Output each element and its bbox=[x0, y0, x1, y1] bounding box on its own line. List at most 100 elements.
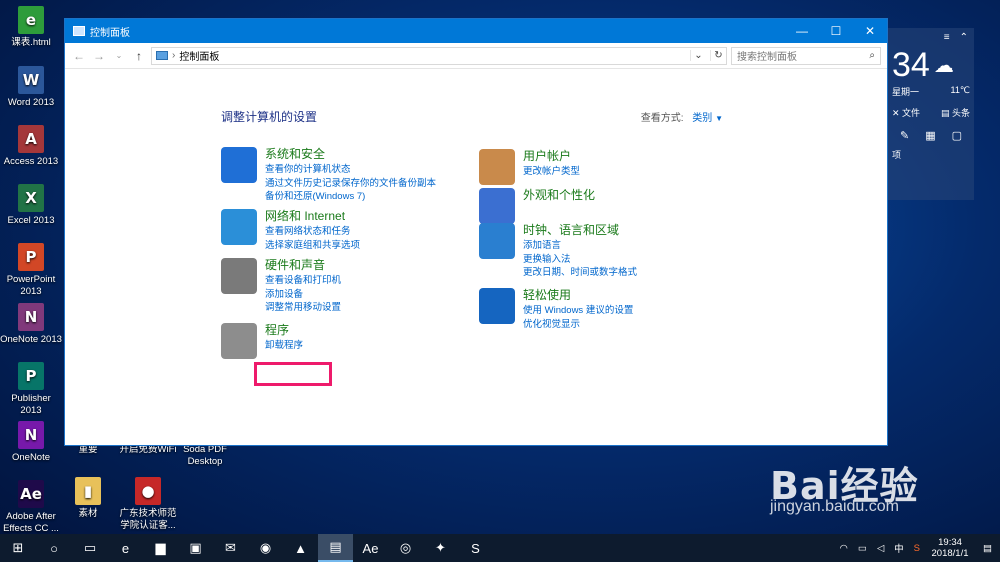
desktop-icon[interactable]: P PowerPoint 2013 bbox=[0, 243, 62, 298]
view-by-dropdown[interactable]: 类别 ▼ bbox=[692, 113, 723, 124]
category-link[interactable]: 查看设备和打印机 bbox=[265, 274, 341, 288]
desktop-icon[interactable]: P Publisher 2013 bbox=[0, 362, 62, 417]
menu-icon[interactable]: ≡ bbox=[944, 32, 950, 43]
shield-icon[interactable] bbox=[221, 147, 257, 183]
category-link[interactable]: 查看网络状态和任务 bbox=[265, 225, 360, 239]
category-title[interactable]: 网络和 Internet bbox=[265, 209, 360, 223]
browser-360-icon[interactable]: ◉ bbox=[248, 534, 283, 562]
users-icon[interactable] bbox=[479, 149, 515, 185]
refresh-icon[interactable]: ↻ bbox=[710, 50, 726, 61]
excel-icon: X bbox=[18, 184, 44, 212]
appearance-icon[interactable] bbox=[479, 188, 515, 224]
desktop-icon[interactable]: ● 广东技术师范学院认证客... bbox=[117, 477, 179, 532]
category-title[interactable]: 时钟、语言和区域 bbox=[523, 223, 637, 237]
windows-start-icon[interactable]: ⊞ bbox=[0, 534, 36, 562]
category-title[interactable]: 外观和个性化 bbox=[523, 188, 595, 202]
maximize-button[interactable]: ☐ bbox=[819, 19, 853, 43]
desktop-icon-label: 广东技术师范学院认证客... bbox=[119, 508, 177, 531]
mail-icon[interactable]: ✉ bbox=[213, 534, 248, 562]
file-explorer-icon[interactable]: ▆ bbox=[143, 534, 178, 562]
wifi-icon[interactable]: ◠ bbox=[835, 543, 853, 554]
category-link[interactable]: 备份和还原(Windows 7) bbox=[265, 190, 436, 204]
up-button[interactable]: ↑ bbox=[131, 49, 147, 63]
forward-button[interactable]: → bbox=[91, 49, 107, 63]
category-title[interactable]: 程序 bbox=[265, 323, 303, 337]
address-bar: ← → ⌄ ↑ › 控制面板 ⌄ ↻ 搜索控制面板 ⌕ bbox=[65, 43, 887, 69]
weather-file-button[interactable]: ✕ 文件 bbox=[892, 106, 920, 119]
category-link[interactable]: 查看你的计算机状态 bbox=[265, 163, 436, 177]
category-link[interactable]: 添加设备 bbox=[265, 288, 341, 302]
notification-icon[interactable]: ▤ bbox=[975, 543, 1000, 554]
minimize-button[interactable]: — bbox=[785, 19, 819, 43]
desktop-icon[interactable]: A Access 2013 bbox=[0, 125, 62, 168]
category-link[interactable]: 添加语言 bbox=[523, 239, 637, 253]
desktop-icon[interactable]: Ae Adobe After Effects CC ... bbox=[0, 480, 62, 535]
printer-icon[interactable] bbox=[221, 258, 257, 294]
address-field[interactable]: › 控制面板 ⌄ ↻ bbox=[151, 46, 727, 65]
after-effects-icon: Ae bbox=[18, 480, 44, 508]
breadcrumb[interactable]: 控制面板 bbox=[179, 48, 219, 63]
ime-indicator[interactable]: 中 bbox=[889, 541, 909, 555]
category-link[interactable]: 更换输入法 bbox=[523, 253, 637, 267]
battery-icon[interactable]: ▭ bbox=[853, 543, 872, 554]
weather-news-button[interactable]: ▤ 头条 bbox=[941, 106, 970, 119]
volume-icon[interactable]: ◁ bbox=[872, 543, 889, 554]
collapse-icon[interactable]: ⌃ bbox=[960, 32, 968, 43]
control-panel-window: 控制面板 — ☐ ✕ ← → ⌄ ↑ › 控制面板 ⌄ ↻ 搜索控制面板 ⌕ 调… bbox=[64, 18, 888, 446]
store-icon[interactable]: ▣ bbox=[178, 534, 213, 562]
edge-icon[interactable]: e bbox=[108, 534, 143, 562]
close-button[interactable]: ✕ bbox=[853, 19, 887, 43]
chevron-down-icon: ▼ bbox=[715, 114, 723, 123]
category-link[interactable]: 使用 Windows 建议的设置 bbox=[523, 304, 633, 318]
highlight-box bbox=[254, 362, 332, 386]
search-input[interactable]: 搜索控制面板 ⌕ bbox=[731, 46, 881, 65]
desktop-icon-label: Adobe After Effects CC ... bbox=[3, 511, 59, 534]
cortana-icon[interactable]: ○ bbox=[36, 534, 72, 562]
weather-widget: ≡ ⌃ 34 ☁ 星期一 11℃ ✕ 文件 ▤ 头条 ✎ ▦ ▢ 项 bbox=[888, 28, 974, 200]
grid-icon[interactable]: ▦ bbox=[925, 129, 935, 142]
control-panel-taskbar-icon[interactable]: ▤ bbox=[318, 534, 353, 562]
desktop-icon[interactable]: N OneNote bbox=[0, 421, 62, 464]
category-link[interactable]: 更改帐户类型 bbox=[523, 165, 580, 179]
ease-of-access-icon[interactable] bbox=[479, 288, 515, 324]
window-icon[interactable]: ▢ bbox=[952, 129, 962, 142]
title-bar[interactable]: 控制面板 — ☐ ✕ bbox=[65, 19, 887, 43]
desktop-icon[interactable]: X Excel 2013 bbox=[0, 184, 62, 227]
page-title: 调整计算机的设置 bbox=[221, 110, 318, 124]
desktop-icon[interactable]: ▮ 素材 bbox=[57, 477, 119, 520]
edit-icon[interactable]: ✎ bbox=[900, 129, 909, 142]
category-link[interactable]: 选择家庭组和共享选项 bbox=[265, 239, 360, 253]
desktop-icon[interactable]: W Word 2013 bbox=[0, 66, 62, 109]
category-title[interactable]: 轻松使用 bbox=[523, 288, 633, 302]
clock[interactable]: 19:34 2018/1/1 bbox=[925, 537, 975, 559]
netease-music-icon[interactable]: ◎ bbox=[388, 534, 423, 562]
category-title[interactable]: 硬件和声音 bbox=[265, 258, 341, 272]
task-view-icon[interactable]: ▭ bbox=[72, 534, 108, 562]
media-icon[interactable]: ▲ bbox=[283, 534, 318, 562]
onenote-icon: N bbox=[18, 303, 44, 331]
weather-low: 11℃ bbox=[950, 85, 970, 95]
category-title[interactable]: 用户帐户 bbox=[523, 149, 580, 163]
recent-locations-icon[interactable]: ⌄ bbox=[111, 51, 127, 60]
category-shield: 系统和安全查看你的计算机状态 通过文件历史记录保存你的文件备份副本 备份和还原(Wi… bbox=[221, 147, 436, 204]
sogou-tray-icon[interactable]: S bbox=[909, 543, 925, 554]
category-link[interactable]: 通过文件历史记录保存你的文件备份副本 bbox=[265, 177, 436, 191]
after-effects-taskbar-icon[interactable]: Ae bbox=[353, 534, 388, 562]
search-icon[interactable]: ⌕ bbox=[869, 50, 875, 61]
address-dropdown-icon[interactable]: ⌄ bbox=[690, 50, 706, 61]
html-file-icon: e bbox=[18, 6, 44, 34]
wechat-icon[interactable]: ✦ bbox=[423, 534, 458, 562]
category-link[interactable]: 优化视觉显示 bbox=[523, 318, 633, 332]
desktop-icon[interactable]: e 课表.html bbox=[0, 6, 62, 49]
programs-icon[interactable] bbox=[221, 323, 257, 359]
clock-globe-icon[interactable] bbox=[479, 223, 515, 259]
network-icon[interactable] bbox=[221, 209, 257, 245]
weather-temp: 34 bbox=[892, 46, 930, 84]
desktop-icon[interactable]: N OneNote 2013 bbox=[0, 303, 62, 346]
category-link[interactable]: 卸载程序 bbox=[265, 339, 303, 353]
sogou-icon[interactable]: S bbox=[458, 534, 493, 562]
category-link[interactable]: 调整常用移动设置 bbox=[265, 301, 341, 315]
category-title[interactable]: 系统和安全 bbox=[265, 147, 436, 161]
category-link[interactable]: 更改日期、时间或数字格式 bbox=[523, 266, 637, 280]
back-button[interactable]: ← bbox=[71, 49, 87, 63]
